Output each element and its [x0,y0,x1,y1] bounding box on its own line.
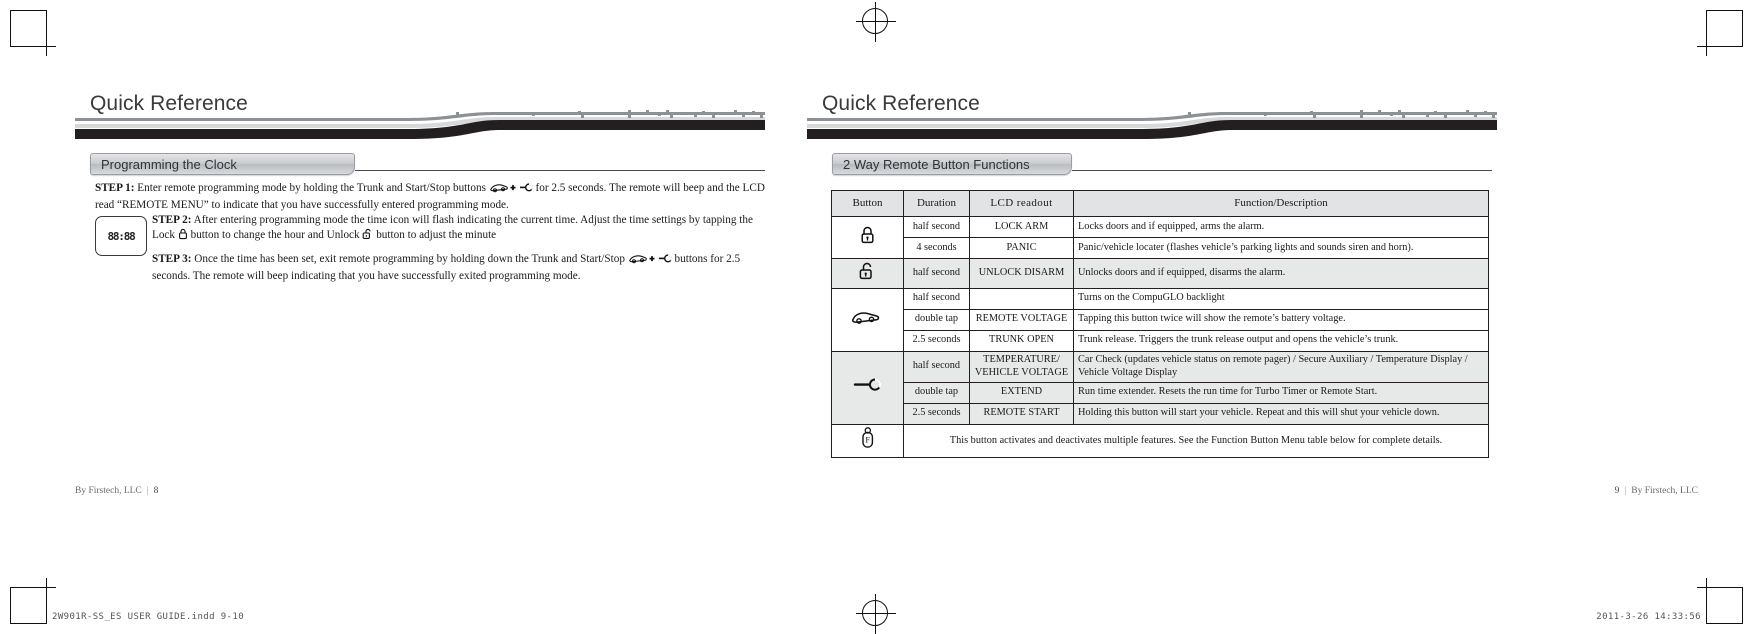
function-button-icon: F [858,426,878,454]
right-page-footer: 9 | By Firstech, LLC [1615,486,1698,496]
cell-duration: 2.5 seconds [903,329,970,352]
step-2-text-b: button to change the hour and Unlock [190,229,360,242]
cell-duration: half second [903,350,970,383]
left-footer-credit: By Firstech, LLC [75,486,142,496]
table-row-function-button: F This button activates and deactivates … [831,423,1489,459]
lock-icon-inline [178,228,188,245]
table-row: half second UNLOCK DISARM Unlocks doors … [831,258,1489,289]
table-row: double tap REMOTE VOLTAGE Tapping this b… [832,308,1489,331]
right-footer-divider: | [1624,486,1627,496]
section-tab-programming-the-clock: Programming the Clock [90,153,355,175]
cell-lcd: TRUNK OPEN [969,329,1074,352]
cell-duration: double tap [903,381,970,404]
cell-function-button-description: This button activates and deactivates mu… [903,423,1489,459]
table-row: double tap EXTEND Run time extender. Res… [832,381,1489,404]
cell-lcd: PANIC [969,237,1074,259]
lcd-segment-text: 88:88 [107,229,135,243]
cell-function: Trunk release. Triggers the trunk releas… [1073,329,1489,352]
trunk-car-icon [851,312,885,328]
unlock-icon-inline [362,228,373,245]
key-start-icon [852,378,884,396]
cell-lcd: EXTEND [969,381,1074,404]
left-page-footer: By Firstech, LLC | 8 [75,486,158,496]
step-2-label: STEP 2: [152,214,192,226]
step-3-text-a: Once the time has been set, exit remote … [194,253,625,265]
lock-icon [859,226,876,248]
section-tab-rule [355,170,765,171]
right-footer-page-number: 9 [1614,486,1620,496]
section-tab-2-way-remote-button-functions: 2 Way Remote Button Functions [832,153,1072,175]
step-3-label: STEP 3: [152,253,192,265]
table-header-row: Button Duration LCD readout Function/Des… [831,190,1489,217]
lcd-display-graphic: 88:88 [95,216,147,256]
right-banner-dot-pattern [1182,108,1502,120]
cell-button-start-stop [831,350,904,425]
cell-function: Unlocks doors and if equipped, disarms t… [1073,258,1489,289]
table-row: half second Turns on the CompuGLO backli… [831,287,1489,352]
print-file-name: 2W901R-SS_ES USER GUIDE.indd 9-10 [52,612,245,622]
cell-function: Panic/vehicle locater (flashes vehicle’s… [1073,237,1489,259]
cell-duration: double tap [903,308,970,331]
trunk-plus-start-icon-inline-2 [628,253,672,269]
cell-function: Turns on the CompuGLO backlight [1073,287,1489,310]
table-row: 2.5 seconds TRUNK OPEN Trunk release. Tr… [832,329,1489,352]
cell-lcd [969,287,1074,310]
step-3-block: STEP 3: Once the time has been set, exit… [152,252,767,285]
cell-duration: half second [903,216,970,238]
col-header-lcd-readout: LCD readout [969,190,1074,217]
trunk-plus-start-icon-inline [489,182,533,198]
cell-lcd: LOCK ARM [969,216,1074,238]
table-row: 2.5 seconds REMOTE START Holding this bu… [832,402,1489,425]
svg-text:F: F [865,434,870,444]
button-functions-table-wrap: Button Duration LCD readout Function/Des… [831,190,1489,459]
cell-duration: half second [903,287,970,310]
col-header-button: Button [831,190,904,217]
cell-duration: half second [903,258,970,289]
cell-function: Car Check (updates vehicle status on rem… [1073,350,1489,383]
cell-lcd: REMOTE VOLTAGE [969,308,1074,331]
cell-duration: 4 seconds [903,237,970,259]
right-footer-credit: By Firstech, LLC [1631,486,1698,496]
print-timestamp: 2011-3-26 14:33:56 [1596,612,1701,622]
cell-function: Holding this button will start your vehi… [1073,402,1489,425]
left-footer-divider: | [146,486,149,496]
unlock-icon [858,262,877,284]
button-functions-table: Button Duration LCD readout Function/Des… [831,190,1489,459]
step-2-text-c: button to adjust the minute [376,229,497,242]
cell-lcd: TEMPERATURE/ VEHICLE VOLTAGE [969,350,1074,383]
cell-button-unlock [831,258,904,289]
table-row: 4 seconds PANIC Panic/vehicle locater (f… [832,237,1489,259]
step-1-text-a: Enter remote programming mode by holding… [137,182,486,194]
cell-function: Tapping this button twice will show the … [1073,308,1489,331]
col-header-function-description: Function/Description [1073,190,1489,217]
table-row: half second LOCK ARM Locks doors and if … [831,216,1489,259]
table-body: half second LOCK ARM Locks doors and if … [831,216,1489,459]
cell-lcd: REMOTE START [969,402,1074,425]
cell-function: Locks doors and if equipped, arms the al… [1073,216,1489,238]
cell-function: Run time extender. Resets the run time f… [1073,381,1489,404]
step-2-block: STEP 2: After entering programming mode … [152,213,767,246]
cell-button-trunk [831,287,904,352]
cell-button-function: F [831,423,904,459]
cell-duration: 2.5 seconds [903,402,970,425]
left-footer-page-number: 8 [153,486,159,496]
step-1-label: STEP 1: [95,182,135,194]
left-page: Quick Reference Programming the Clock ST… [0,0,876,634]
col-header-duration: Duration [903,190,970,217]
step-1-block: STEP 1: Enter remote programming mode by… [95,181,767,214]
table-row: half second TEMPERATURE/ VEHICLE VOLTAGE… [831,350,1489,425]
cell-lcd: UNLOCK DISARM [969,258,1074,289]
right-section-tab-rule [1072,170,1492,171]
page-spread: Quick Reference Programming the Clock ST… [0,0,1753,634]
table-head: Button Duration LCD readout Function/Des… [831,190,1489,217]
left-banner-dot-pattern [450,108,770,120]
cell-button-lock [831,216,904,259]
